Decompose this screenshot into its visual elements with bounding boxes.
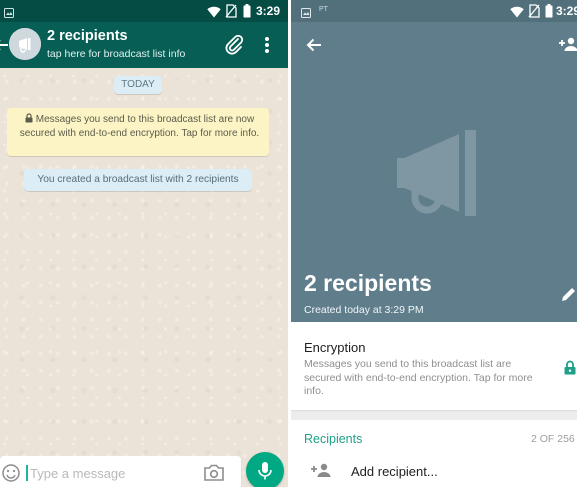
info-title: 2 recipients [304, 270, 432, 296]
encryption-heading: Encryption [304, 340, 366, 355]
overflow-menu-icon[interactable] [264, 36, 270, 54]
info-header: 2 recipients Created today at 3:29 PM [291, 22, 577, 322]
text-cursor [26, 465, 28, 481]
add-person-icon[interactable] [311, 463, 331, 477]
add-person-icon[interactable] [559, 37, 577, 51]
voice-record-button[interactable] [246, 452, 284, 487]
recipients-section: Recipients 2 OF 256 Add recipient... [291, 420, 577, 487]
system-message: You created a broadcast list with 2 reci… [24, 169, 252, 191]
encryption-notice-text: Messages you send to this broadcast list… [19, 114, 260, 140]
notification-icon [301, 5, 311, 23]
message-composer [0, 456, 241, 487]
carrier-label: PT [319, 6, 328, 13]
broadcast-info-screen: PT 3:29 2 recipients Created today at 3:… [291, 0, 577, 487]
broadcast-avatar[interactable] [9, 28, 41, 60]
encryption-notice[interactable]: Messages you send to this broadcast list… [7, 108, 269, 156]
broadcast-chat-screen: 3:29 2 recipients tap here for broadcast… [0, 0, 288, 487]
lock-icon [25, 113, 33, 127]
no-sim-icon [225, 4, 237, 23]
chat-subtitle[interactable]: tap here for broadcast list info [47, 48, 185, 60]
paperclip-icon[interactable] [224, 33, 244, 55]
microphone-icon [258, 462, 272, 480]
add-recipient-button[interactable]: Add recipient... [351, 464, 438, 479]
recipients-heading: Recipients [304, 432, 363, 446]
chat-header[interactable]: 2 recipients tap here for broadcast list… [0, 22, 288, 68]
no-sim-icon [528, 4, 540, 23]
notification-icon [4, 5, 14, 23]
recipients-count: 2 OF 256 [531, 433, 575, 445]
info-subtitle: Created today at 3:29 PM [304, 304, 424, 316]
message-input[interactable] [30, 463, 190, 483]
emoji-icon[interactable] [1, 463, 21, 483]
screenshot-pair: 3:29 2 recipients tap here for broadcast… [0, 0, 577, 487]
date-chip: TODAY [114, 76, 162, 94]
battery-icon [545, 4, 553, 23]
battery-icon [243, 4, 251, 23]
wifi-icon [510, 5, 524, 23]
pencil-icon[interactable] [561, 286, 577, 302]
status-bar: 3:29 [0, 0, 288, 22]
megaphone-icon [397, 130, 476, 216]
lock-icon [564, 360, 576, 375]
camera-icon[interactable] [204, 464, 224, 481]
status-time: 3:29 [556, 4, 577, 18]
back-arrow-icon[interactable] [306, 38, 322, 52]
status-bar: PT 3:29 [291, 0, 577, 22]
encryption-description: Messages you send to this broadcast list… [304, 358, 533, 398]
wifi-icon [207, 5, 221, 23]
encryption-section[interactable]: Encryption Messages you send to this bro… [291, 322, 577, 410]
status-time: 3:29 [255, 4, 280, 18]
chat-title[interactable]: 2 recipients [47, 28, 128, 44]
